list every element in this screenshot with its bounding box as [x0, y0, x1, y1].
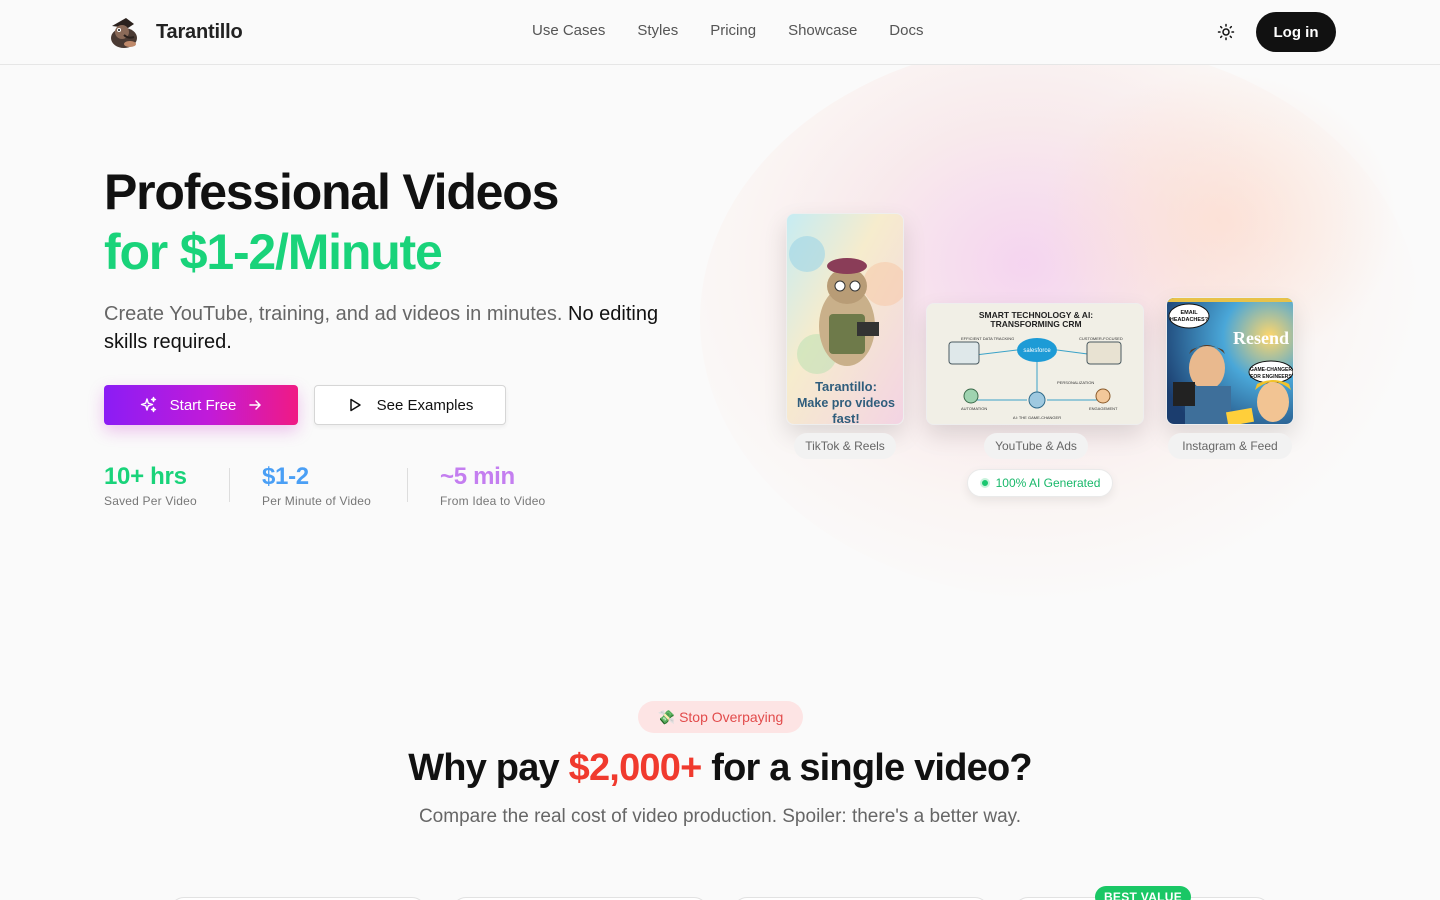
- hero-subtitle-plain: Create YouTube, training, and ad videos …: [104, 303, 563, 325]
- sparkle-icon: [140, 396, 156, 413]
- instagram-card-label: Instagram & Feed: [1168, 433, 1292, 459]
- svg-text:Make pro videos: Make pro videos: [797, 396, 895, 410]
- see-examples-label: See Examples: [376, 396, 474, 414]
- top-nav: Tarantillo Use Cases Styles Pricing Show…: [0, 0, 1440, 65]
- svg-text:TRANSFORMING CRM: TRANSFORMING CRM: [990, 319, 1081, 329]
- armadillo-director-thumbnail: Tarantillo: Make pro videos fast!: [787, 214, 903, 425]
- svg-text:EMAIL: EMAIL: [1180, 310, 1198, 316]
- svg-text:fast!: fast!: [832, 411, 859, 425]
- stat-divider: [407, 468, 408, 502]
- stat-value: ~5 min: [440, 463, 515, 490]
- svg-text:EFFICIENT DATA TRACKING: EFFICIENT DATA TRACKING: [961, 336, 1014, 341]
- start-free-label: Start Free: [169, 396, 237, 414]
- svg-text:GAME-CHANGER: GAME-CHANGER: [1250, 367, 1292, 373]
- play-icon: [349, 398, 361, 412]
- theme-toggle[interactable]: [1214, 20, 1238, 44]
- nav-use-cases[interactable]: Use Cases: [532, 22, 605, 39]
- brand-logo[interactable]: Tarantillo: [104, 12, 243, 52]
- ai-generated-badge: 100% AI Generated: [967, 469, 1113, 497]
- crm-infographic-thumbnail: SMART TECHNOLOGY & AI: TRANSFORMING CRM …: [927, 304, 1143, 424]
- stat-divider: [229, 468, 230, 502]
- pricing-heading: Why pay $2,000+ for a single video?: [0, 744, 1440, 792]
- svg-text:HEADACHES?: HEADACHES?: [1170, 317, 1209, 323]
- youtube-card-label: YouTube & Ads: [984, 433, 1088, 459]
- svg-text:CUSTOMER-FOCUSED: CUSTOMER-FOCUSED: [1079, 336, 1123, 341]
- heading-post: for a single video?: [711, 747, 1032, 789]
- stat-value: $1-2: [262, 463, 309, 490]
- heading-price: $2,000+: [568, 747, 703, 789]
- ai-generated-label: 100% AI Generated: [995, 476, 1101, 490]
- stat-time-to-video: ~5 min From Idea to Video: [440, 462, 545, 508]
- stat-hours-saved: 10+ hrs Saved Per Video: [104, 462, 197, 508]
- svg-text:PERSONALIZATION: PERSONALIZATION: [1057, 380, 1094, 385]
- stat-value: 10+ hrs: [104, 463, 187, 490]
- arrow-right-icon: [249, 400, 262, 410]
- nav-pricing[interactable]: Pricing: [710, 22, 756, 39]
- svg-text:AUTOMATION: AUTOMATION: [961, 406, 987, 411]
- heading-pre: Why pay: [408, 747, 559, 789]
- nav-docs[interactable]: Docs: [889, 22, 923, 39]
- hero-subtitle: Create YouTube, training, and ad videos …: [104, 300, 704, 356]
- stat-label: Per Minute of Video: [262, 494, 371, 508]
- armadillo-logo-icon: [111, 18, 137, 48]
- tiktok-card-label: TikTok & Reels: [794, 433, 896, 459]
- stat-price-per-minute: $1-2 Per Minute of Video: [262, 462, 371, 508]
- hero-title-price: for $1-2/Minute: [104, 224, 443, 280]
- pill-label: Stop Overpaying: [679, 709, 784, 725]
- tiktok-video-card[interactable]: Tarantillo: Make pro videos fast!: [786, 213, 904, 425]
- best-value-badge: BEST VALUE: [1095, 886, 1191, 900]
- svg-text:Tarantillo:: Tarantillo:: [815, 379, 877, 394]
- svg-text:Resend: Resend: [1233, 328, 1289, 348]
- login-button[interactable]: Log in: [1256, 12, 1336, 52]
- brand-name: Tarantillo: [156, 20, 243, 43]
- nav-showcase[interactable]: Showcase: [788, 22, 857, 39]
- instagram-video-card[interactable]: EMAIL HEADACHES? Resend GAME-CHANGER FOR…: [1166, 297, 1294, 425]
- money-wings-icon: 💸: [657, 708, 676, 725]
- comic-engineer-thumbnail: EMAIL HEADACHES? Resend GAME-CHANGER FOR…: [1167, 298, 1293, 424]
- sun-icon: [1217, 23, 1235, 41]
- nav-styles[interactable]: Styles: [637, 22, 678, 39]
- youtube-video-card[interactable]: SMART TECHNOLOGY & AI: TRANSFORMING CRM …: [926, 303, 1144, 425]
- stop-overpaying-pill: 💸 Stop Overpaying: [638, 701, 803, 733]
- hero-title: Professional Videos: [104, 164, 559, 220]
- see-examples-button[interactable]: See Examples: [314, 385, 506, 425]
- svg-text:ENGAGEMENT: ENGAGEMENT: [1089, 406, 1118, 411]
- stat-label: From Idea to Video: [440, 494, 546, 508]
- stat-label: Saved Per Video: [104, 494, 197, 508]
- pricing-subheading: Compare the real cost of video productio…: [418, 806, 1022, 827]
- svg-text:salesforce: salesforce: [1023, 348, 1051, 354]
- nav-links: Use Cases Styles Pricing Showcase Docs: [532, 22, 923, 39]
- svg-text:AI: THE GAME-CHANGER: AI: THE GAME-CHANGER: [1013, 415, 1061, 420]
- status-dot-icon: [979, 478, 990, 488]
- start-free-button[interactable]: Start Free: [104, 385, 298, 425]
- svg-text:FOR ENGINEERS: FOR ENGINEERS: [1250, 374, 1292, 380]
